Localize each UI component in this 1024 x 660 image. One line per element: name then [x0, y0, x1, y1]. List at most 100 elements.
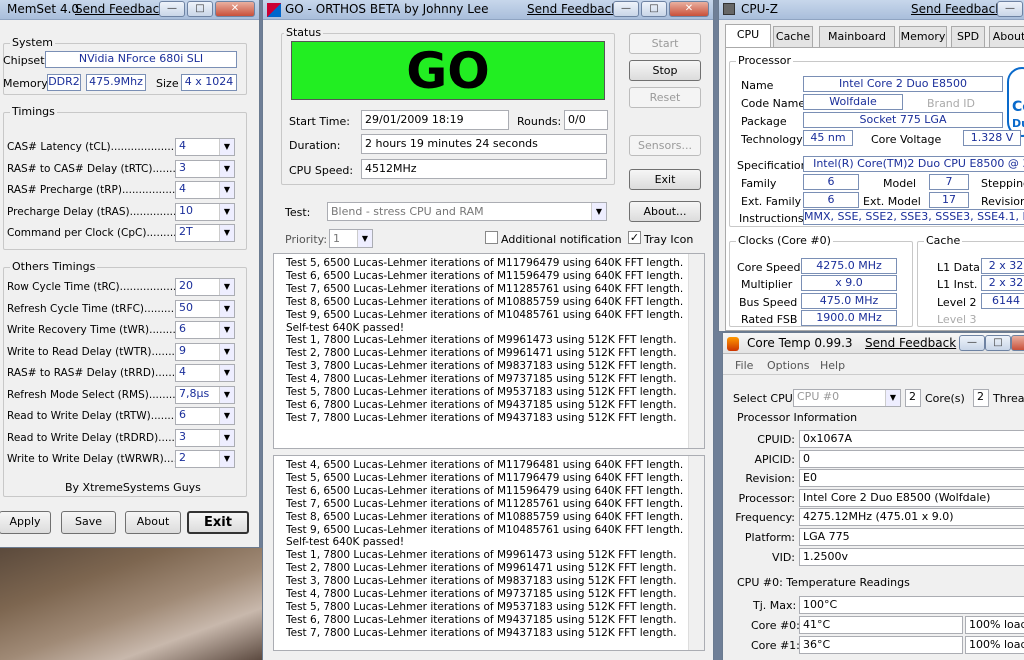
- processor-label: Processor: [736, 54, 793, 67]
- notify-checkbox[interactable]: [485, 231, 498, 244]
- timing-select[interactable]: 4 ▼: [175, 138, 235, 156]
- tab-cpu[interactable]: CPU: [725, 24, 771, 48]
- memset-feedback-link[interactable]: Send Feedback: [75, 2, 166, 16]
- log-line: Test 9, 6500 Lucas-Lehmer iterations of …: [286, 308, 684, 321]
- close-button[interactable]: ✕: [1011, 335, 1024, 351]
- ct-vid-value: 1.2500v: [799, 548, 1024, 566]
- timing-value: 4: [179, 182, 186, 195]
- timing-value: 6: [179, 408, 186, 421]
- chipset-label: Chipset: [3, 54, 45, 67]
- timing-select[interactable]: 4 ▼: [175, 364, 235, 382]
- test-select[interactable]: Blend - stress CPU and RAM ▼: [327, 202, 607, 221]
- orthos-titlebar[interactable]: GO - ORTHOS BETA by Johnny Lee Send Feed…: [263, 0, 713, 20]
- timing-select[interactable]: 4 ▼: [175, 181, 235, 199]
- procinfo-label: Processor Information: [737, 411, 858, 424]
- chevron-down-icon: ▼: [219, 139, 234, 155]
- maximize-button[interactable]: □: [641, 1, 667, 17]
- close-button[interactable]: ✕: [215, 1, 255, 17]
- apply-button[interactable]: Apply: [0, 511, 51, 534]
- exit-button[interactable]: Exit: [629, 169, 701, 190]
- timing-select[interactable]: 2T ▼: [175, 224, 235, 242]
- log-line: Test 7, 7800 Lucas-Lehmer iterations of …: [286, 411, 677, 424]
- cpuz-instr: MMX, SSE, SSE2, SSE3, SSSE3, SSE4.1, EM6…: [803, 209, 1024, 225]
- menu-help[interactable]: Help: [820, 359, 845, 372]
- size-value: 4 x 1024: [181, 74, 237, 91]
- menu-file[interactable]: File: [735, 359, 753, 372]
- save-button[interactable]: Save: [61, 511, 116, 534]
- cpuz-brandid-label: Brand ID: [927, 97, 975, 110]
- timing-select[interactable]: 3 ▼: [175, 428, 235, 447]
- chevron-down-icon: ▼: [219, 279, 234, 295]
- orthos-feedback-link[interactable]: Send Feedback: [527, 2, 618, 16]
- tab-cache[interactable]: Cache: [773, 26, 813, 47]
- orthos-title: GO - ORTHOS BETA by Johnny Lee: [285, 2, 489, 16]
- close-button[interactable]: ✕: [669, 1, 709, 17]
- timing-select[interactable]: 10 ▼: [175, 202, 235, 221]
- tab-spd[interactable]: SPD: [951, 26, 985, 47]
- timing-label: RAS# to RAS# Delay (tRRD)..............: [7, 367, 202, 379]
- cpuz-titlebar[interactable]: CPU-Z Send Feedback —: [719, 0, 1024, 20]
- tab-memory[interactable]: Memory: [899, 26, 947, 47]
- chevron-down-icon: ▼: [219, 408, 234, 424]
- cache-group: Cache: [917, 234, 1024, 327]
- priority-select[interactable]: 1 ▼: [329, 229, 373, 248]
- stop-button[interactable]: Stop: [629, 60, 701, 81]
- timing-select[interactable]: 3 ▼: [175, 159, 235, 178]
- timing-select[interactable]: 9 ▼: [175, 342, 235, 361]
- tray-checkbox[interactable]: ✓: [628, 231, 641, 244]
- start-button[interactable]: Start: [629, 33, 701, 54]
- timing-value: 20: [179, 279, 193, 292]
- timing-label: Row Cycle Time (tRC)....................…: [7, 281, 200, 293]
- memset-titlebar[interactable]: MemSet 4.0 Send Feedback — □ ✕: [0, 0, 259, 20]
- timing-select[interactable]: 7,8µs ▼: [175, 385, 235, 404]
- timing-value: 9: [179, 343, 186, 357]
- timing-select[interactable]: 50 ▼: [175, 299, 235, 318]
- threads-label: Thread: [993, 392, 1024, 405]
- chevron-down-icon: ▼: [219, 182, 234, 198]
- timing-value: 2T: [179, 225, 193, 238]
- minimize-button[interactable]: —: [613, 1, 639, 17]
- chevron-down-icon: ▼: [219, 160, 234, 177]
- tab-mainboard[interactable]: Mainboard: [819, 26, 895, 47]
- about-button[interactable]: About: [125, 511, 181, 534]
- timing-select[interactable]: 6 ▼: [175, 407, 235, 425]
- memory-label: Memory: [3, 77, 48, 90]
- cpu-select[interactable]: CPU #0 ▼: [793, 389, 901, 407]
- ct-processor-value: Intel Core 2 Duo E8500 (Wolfdale): [799, 489, 1024, 507]
- sensors-button[interactable]: Sensors...: [629, 135, 701, 156]
- minimize-button[interactable]: —: [159, 1, 185, 17]
- reset-button[interactable]: Reset: [629, 87, 701, 108]
- ct-freq-value: 4275.12MHz (475.01 x 9.0): [799, 508, 1024, 526]
- log-pane-top[interactable]: Test 5, 6500 Lucas-Lehmer iterations of …: [273, 253, 705, 449]
- timing-select[interactable]: 2 ▼: [175, 450, 235, 468]
- timing-value: 10: [179, 203, 193, 217]
- coretemp-feedback-link[interactable]: Send Feedback: [865, 336, 956, 350]
- cpuz-feedback-link[interactable]: Send Feedback: [911, 2, 1002, 16]
- log-pane-bottom[interactable]: Test 4, 6500 Lucas-Lehmer iterations of …: [273, 455, 705, 651]
- chevron-down-icon: ▼: [219, 300, 234, 317]
- priority-select-value: 1: [333, 232, 340, 245]
- log-scrollbar-top[interactable]: [688, 254, 704, 448]
- maximize-button[interactable]: □: [985, 335, 1011, 351]
- chevron-down-icon: ▼: [219, 203, 234, 220]
- core0-load: 100% load: [965, 616, 1024, 634]
- timing-value: 3: [179, 429, 186, 443]
- size-label: Size: [156, 77, 179, 90]
- cpuz-model-label: Model: [883, 177, 917, 190]
- exit-button[interactable]: Exit: [187, 511, 249, 534]
- timing-label: RAS# to CAS# Delay (tRTC)..............: [7, 162, 200, 175]
- minimize-button[interactable]: —: [997, 1, 1023, 17]
- about-button[interactable]: About...: [629, 201, 701, 222]
- log-scrollbar-bottom[interactable]: [688, 456, 704, 650]
- maximize-button[interactable]: □: [187, 1, 213, 17]
- chevron-down-icon: ▼: [219, 429, 234, 446]
- menu-options[interactable]: Options: [767, 359, 809, 372]
- log-line: Self-test 640K passed!: [286, 321, 405, 334]
- coretemp-titlebar[interactable]: Core Temp 0.99.3 Send Feedback — □ ✕: [723, 333, 1024, 354]
- timing-select[interactable]: 6 ▼: [175, 321, 235, 339]
- tab-about[interactable]: About: [989, 26, 1024, 47]
- timings-label: Timings: [10, 105, 57, 118]
- timing-select[interactable]: 20 ▼: [175, 278, 235, 296]
- cpuz-extmodel-label: Ext. Model: [863, 195, 921, 208]
- minimize-button[interactable]: —: [959, 335, 985, 351]
